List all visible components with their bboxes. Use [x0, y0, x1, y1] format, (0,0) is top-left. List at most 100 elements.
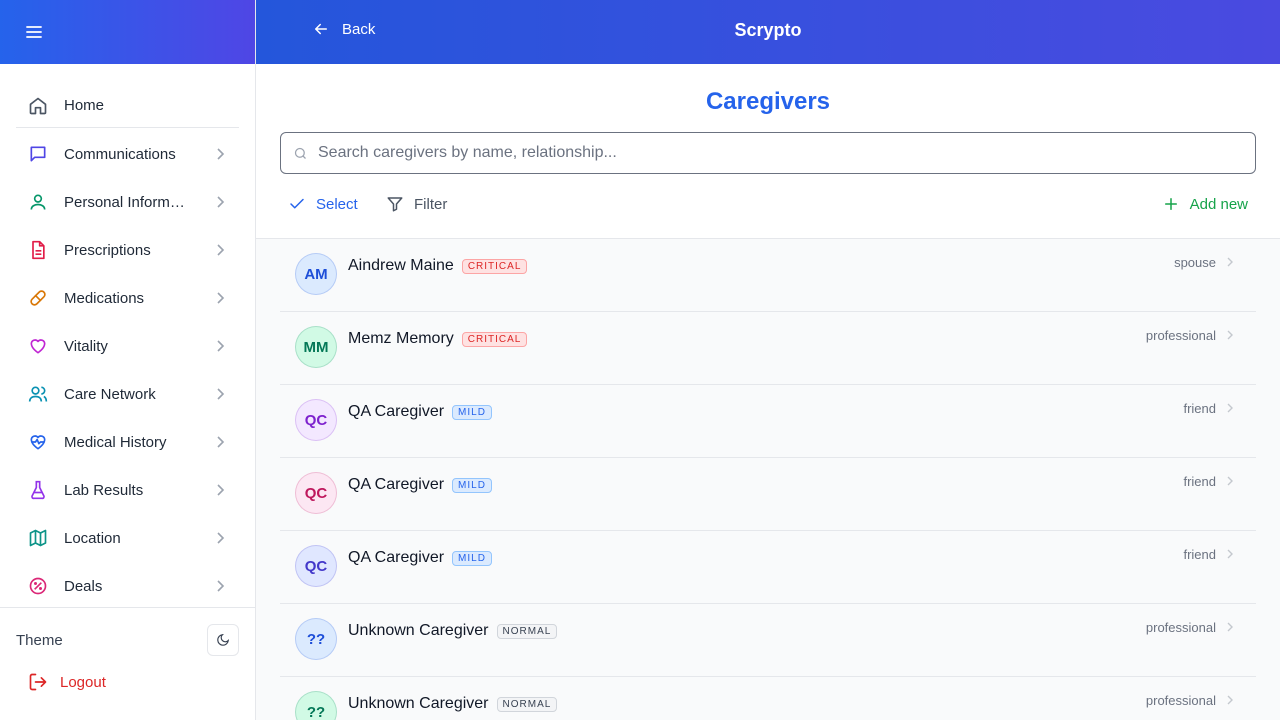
sidebar-footer: Theme Logout: [0, 607, 255, 720]
add-new-label: Add new: [1189, 195, 1248, 213]
caregiver-row[interactable]: QC QA Caregiver MILD friend: [280, 531, 1256, 604]
logout-icon: [29, 673, 47, 691]
sidebar-item-label: Personal Information: [64, 193, 190, 211]
map-icon: [28, 528, 48, 548]
caregiver-name-line: QA Caregiver MILD: [348, 549, 492, 567]
caregiver-name-line: Aindrew Maine CRITICAL: [348, 257, 528, 275]
chevron-right-icon: [1227, 257, 1233, 267]
user-icon: [28, 192, 48, 212]
app-title: Scrypto: [734, 20, 802, 40]
menu-icon[interactable]: [24, 22, 44, 42]
caregiver-name: QA Caregiver: [348, 476, 445, 493]
caregiver-name-line: QA Caregiver MILD: [348, 403, 492, 421]
caregiver-name: Unknown Caregiver: [348, 695, 489, 712]
chevron-right-icon: [1227, 476, 1233, 486]
relationship-label: friend: [1183, 401, 1216, 416]
search-input[interactable]: [318, 144, 1218, 162]
severity-badge: CRITICAL: [461, 258, 528, 274]
sidebar-item-label: Home: [64, 97, 105, 114]
relationship-label: professional: [1145, 328, 1216, 343]
search-box: [280, 132, 1256, 174]
sidebar-item-label: Medical History: [64, 433, 167, 451]
sidebar-item-label: Lab Results: [64, 481, 144, 499]
select-button[interactable]: Select: [288, 188, 358, 220]
severity-badge: CRITICAL: [461, 331, 528, 347]
sidebar-item-care-network[interactable]: Care Network: [16, 370, 239, 418]
toolbar: Select Filter Add new: [280, 188, 1256, 220]
sidebar-item-location[interactable]: Location: [16, 514, 239, 562]
sidebar-item-label: Communications: [64, 145, 176, 163]
avatar: MM: [295, 326, 337, 368]
users-icon: [28, 384, 48, 404]
logout-label: Logout: [60, 673, 106, 691]
sidebar-item-medical-history[interactable]: Medical History: [16, 418, 239, 466]
caregiver-name: QA Caregiver: [348, 549, 445, 566]
main-content: Caregivers Select Filter Add new AM Aindr…: [256, 64, 1280, 720]
discount-icon: [28, 576, 48, 596]
sidebar: Home Communications Personal Information…: [0, 0, 256, 720]
sidebar-item-home[interactable]: Home: [16, 84, 239, 128]
chevron-right-icon: [217, 292, 225, 304]
theme-label: Theme: [16, 631, 63, 649]
sidebar-item-vitality[interactable]: Vitality: [16, 322, 239, 370]
severity-badge: NORMAL: [496, 696, 558, 712]
caregiver-name: QA Caregiver: [348, 403, 445, 420]
chevron-right-icon: [217, 244, 225, 256]
sidebar-item-personal-information[interactable]: Personal Information: [16, 178, 239, 226]
caregiver-row[interactable]: MM Memz Memory CRITICAL professional: [280, 312, 1256, 385]
caregiver-row[interactable]: ?? Unknown Caregiver NORMAL professional: [280, 604, 1256, 677]
caregiver-name-line: Unknown Caregiver NORMAL: [348, 622, 558, 640]
logout-button[interactable]: Logout: [28, 672, 106, 692]
moon-icon: [217, 633, 230, 646]
filter-label: Filter: [414, 195, 448, 213]
sidebar-item-communications[interactable]: Communications: [16, 130, 239, 178]
add-new-button[interactable]: Add new: [1162, 188, 1248, 220]
flask-icon: [28, 480, 48, 500]
caregiver-row[interactable]: AM Aindrew Maine CRITICAL spouse: [280, 239, 1256, 312]
severity-badge: NORMAL: [496, 623, 558, 639]
avatar: ??: [295, 618, 337, 660]
caregiver-row[interactable]: QC QA Caregiver MILD friend: [280, 458, 1256, 531]
caregiver-name: Unknown Caregiver: [348, 622, 489, 639]
chevron-right-icon: [217, 340, 225, 352]
heart-icon: [28, 336, 48, 356]
sidebar-item-deals[interactable]: Deals: [16, 562, 239, 610]
severity-badge: MILD: [452, 550, 492, 566]
caregiver-name: Memz Memory: [348, 330, 454, 347]
chevron-right-icon: [1227, 403, 1233, 413]
theme-toggle-button[interactable]: [207, 624, 239, 656]
caregiver-name: Aindrew Maine: [348, 257, 454, 274]
relationship-label: friend: [1183, 547, 1216, 562]
search-icon: [294, 147, 306, 159]
caregiver-name-line: Memz Memory CRITICAL: [348, 330, 528, 348]
page-title: Caregivers: [705, 88, 831, 115]
chevron-right-icon: [1227, 549, 1233, 559]
sidebar-item-prescriptions[interactable]: Prescriptions: [16, 226, 239, 274]
caregiver-row[interactable]: QC QA Caregiver MILD friend: [280, 385, 1256, 458]
home-icon: [28, 96, 48, 116]
message-icon: [28, 144, 48, 164]
sidebar-item-lab-results[interactable]: Lab Results: [16, 466, 239, 514]
chevron-right-icon: [217, 436, 225, 448]
document-icon: [28, 240, 48, 260]
chevron-right-icon: [217, 388, 225, 400]
chevron-right-icon: [217, 148, 225, 160]
caregiver-name-line: QA Caregiver MILD: [348, 476, 492, 494]
chevron-right-icon: [1227, 695, 1233, 705]
select-label: Select: [316, 195, 358, 213]
caregiver-row[interactable]: ?? Unknown Caregiver NORMAL professional: [280, 677, 1256, 720]
heart-pulse-icon: [28, 432, 48, 452]
caregiver-list: AM Aindrew Maine CRITICAL spouse MM Memz Memo…: [256, 238, 1280, 720]
relationship-label: professional: [1145, 620, 1216, 635]
top-bar: Back Scrypto: [256, 0, 1280, 64]
sidebar-item-label: Medications: [64, 289, 145, 307]
avatar: QC: [295, 472, 337, 514]
filter-icon: [387, 197, 403, 212]
filter-button[interactable]: Filter: [386, 188, 447, 220]
relationship-label: spouse: [1174, 255, 1216, 270]
sidebar-item-label: Vitality: [64, 337, 108, 355]
sidebar-item-medications[interactable]: Medications: [16, 274, 239, 322]
severity-badge: MILD: [452, 477, 492, 493]
chevron-right-icon: [1227, 330, 1233, 340]
chevron-right-icon: [217, 532, 225, 544]
